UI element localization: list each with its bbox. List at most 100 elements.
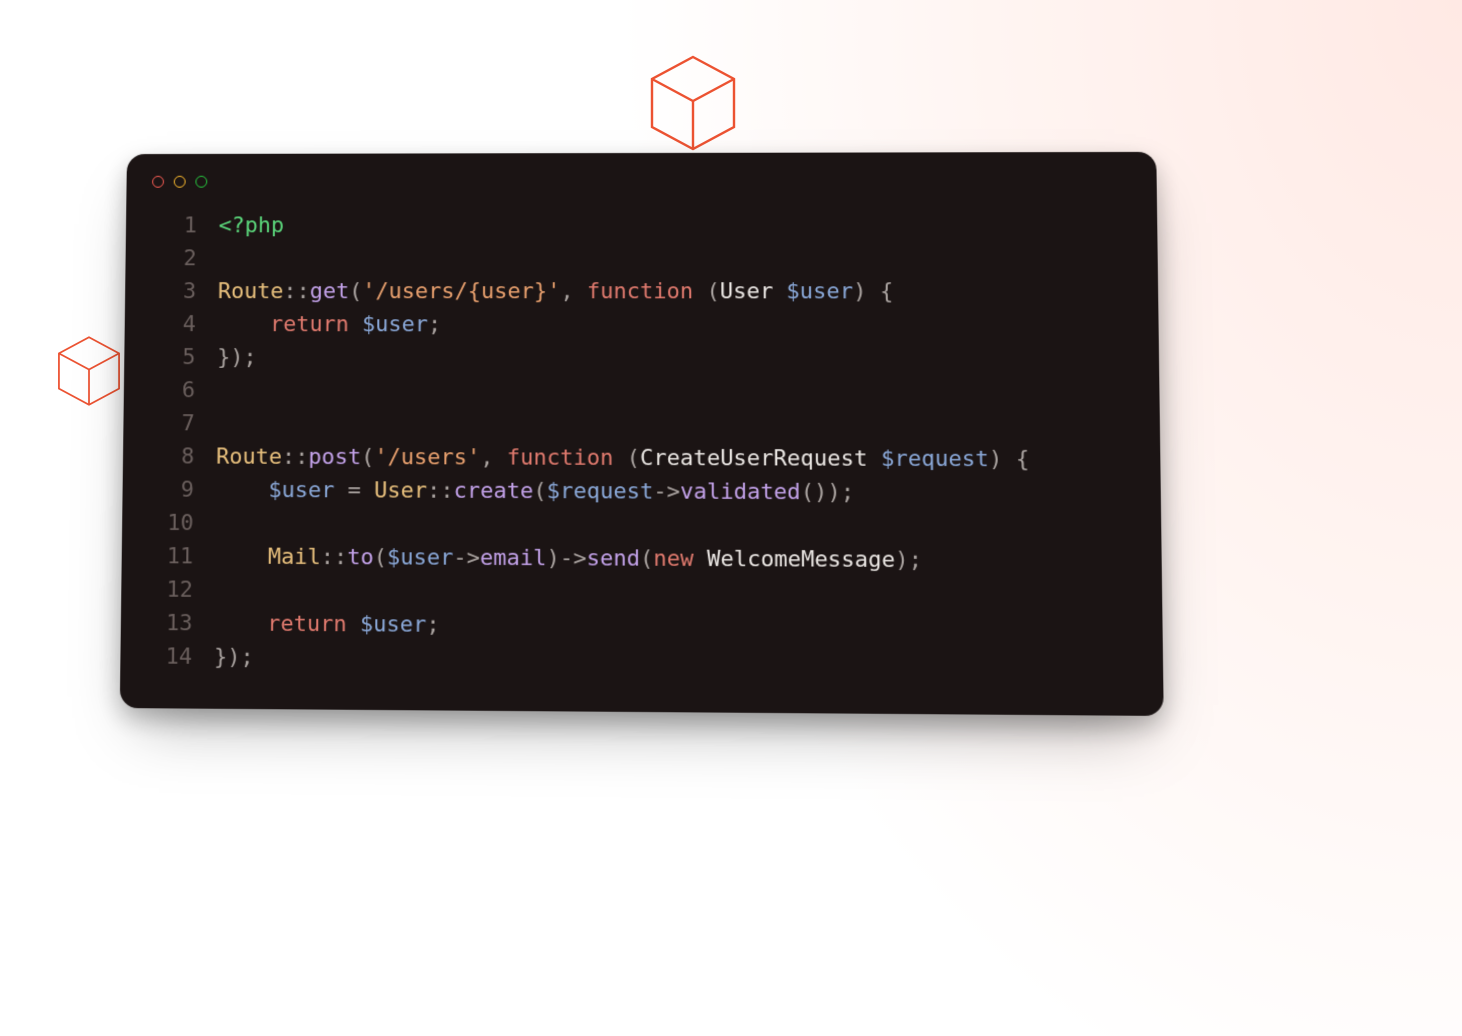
- code-token: ->: [653, 479, 680, 505]
- code-line: 1 <?php: [151, 208, 1131, 242]
- code-line: 10: [148, 507, 1135, 545]
- code-token: ());: [801, 480, 855, 506]
- code-content: });: [214, 641, 254, 675]
- line-number: 13: [147, 607, 193, 641]
- code-line: 5});: [150, 341, 1133, 376]
- code-token: <?php: [218, 213, 284, 238]
- line-number: 12: [147, 573, 193, 607]
- code-token: Mail: [268, 545, 321, 571]
- code-token: ::: [427, 478, 454, 503]
- code-token: $user: [387, 545, 454, 571]
- code-token: ,: [560, 279, 587, 304]
- code-line: 2: [151, 242, 1131, 275]
- code-token: ::: [282, 445, 309, 470]
- code-token: [349, 312, 362, 337]
- code-token: new: [653, 546, 693, 572]
- code-token: ;: [426, 612, 439, 638]
- code-token: (: [640, 546, 653, 572]
- line-number: 5: [150, 341, 196, 374]
- code-token: =: [334, 478, 374, 503]
- line-number: 11: [147, 540, 193, 574]
- code-token: create: [454, 479, 534, 505]
- line-number: 2: [151, 242, 197, 275]
- code-token: ) {: [989, 447, 1030, 473]
- line-number: 1: [151, 210, 197, 243]
- code-token: )->: [546, 546, 586, 572]
- code-token: Route: [218, 279, 284, 304]
- code-line: 6: [149, 374, 1133, 409]
- code-token: post: [308, 445, 361, 470]
- line-number: 6: [149, 374, 195, 407]
- code-token: email: [480, 546, 547, 572]
- code-line: 9 $user = User::create($request->validat…: [148, 473, 1134, 510]
- code-content: });: [217, 341, 257, 374]
- code-token: $user: [773, 279, 853, 304]
- code-token: [347, 612, 360, 638]
- code-token: (: [361, 445, 374, 470]
- code-token: ::: [321, 545, 348, 570]
- code-token: send: [586, 546, 639, 572]
- code-block: 1<?php23Route::get('/users/{user}', func…: [120, 192, 1163, 681]
- code-token: );: [895, 548, 922, 574]
- code-token: validated: [680, 479, 801, 505]
- code-line: 8Route::post('/users', function (CreateU…: [149, 440, 1134, 477]
- code-token: (: [693, 279, 720, 304]
- line-number: 14: [146, 640, 192, 674]
- code-token: $user: [360, 612, 427, 638]
- line-number: 8: [149, 440, 195, 473]
- code-content: Route::post('/users', function (CreateUs…: [216, 440, 1030, 476]
- code-token: (: [533, 479, 546, 504]
- code-content: <?php: [218, 209, 284, 242]
- code-line: 3Route::get('/users/{user}', function (U…: [151, 275, 1132, 308]
- code-token: Route: [216, 444, 282, 469]
- code-content: Mail::to($user->email)->send(new Welcome…: [215, 540, 922, 577]
- code-editor-window: 1<?php23Route::get('/users/{user}', func…: [120, 152, 1164, 716]
- code-token: (: [374, 545, 387, 570]
- cube-icon: [648, 53, 738, 153]
- close-icon[interactable]: [152, 176, 164, 188]
- code-token: to: [347, 545, 374, 570]
- code-token: '/users': [374, 445, 480, 471]
- code-token: $user: [362, 312, 428, 337]
- code-token: [214, 611, 267, 637]
- code-token: $user: [268, 478, 334, 503]
- code-token: (: [613, 446, 640, 471]
- line-number: 4: [150, 308, 196, 341]
- code-token: $request: [547, 479, 654, 505]
- code-token: $request: [868, 446, 989, 472]
- line-number: 3: [151, 275, 197, 308]
- code-token: });: [214, 645, 254, 671]
- code-token: ) {: [853, 279, 893, 304]
- code-token: WelcomeMessage: [693, 547, 895, 574]
- code-token: [215, 544, 268, 570]
- code-token: ,: [480, 445, 507, 470]
- code-content: Route::get('/users/{user}', function (Us…: [218, 275, 894, 308]
- code-token: ::: [283, 279, 309, 304]
- code-token: ;: [428, 312, 441, 337]
- code-token: (: [349, 279, 362, 304]
- code-token: User: [720, 279, 773, 304]
- code-token: return: [270, 312, 349, 337]
- code-token: User: [374, 478, 427, 503]
- code-token: function: [587, 279, 693, 304]
- code-content: return $user;: [217, 308, 441, 341]
- maximize-icon[interactable]: [195, 176, 207, 188]
- code-token: ->: [453, 545, 480, 571]
- code-token: return: [267, 611, 347, 637]
- code-line: 14});: [146, 640, 1136, 680]
- line-number: 10: [148, 507, 194, 540]
- code-line: 11 Mail::to($user->email)->send(new Welc…: [147, 540, 1135, 579]
- code-token: '/users/{user}': [362, 279, 560, 304]
- code-token: [216, 478, 269, 503]
- cube-icon: [56, 334, 122, 408]
- code-token: function: [507, 445, 613, 471]
- code-line: 4 return $user;: [150, 308, 1132, 342]
- code-token: get: [310, 279, 350, 304]
- minimize-icon[interactable]: [174, 176, 186, 188]
- code-token: CreateUserRequest: [640, 446, 868, 472]
- code-token: [217, 312, 270, 337]
- code-line: 13 return $user;: [147, 607, 1137, 647]
- line-number: 9: [148, 473, 194, 506]
- line-number: 7: [149, 407, 195, 440]
- code-content: return $user;: [214, 607, 440, 642]
